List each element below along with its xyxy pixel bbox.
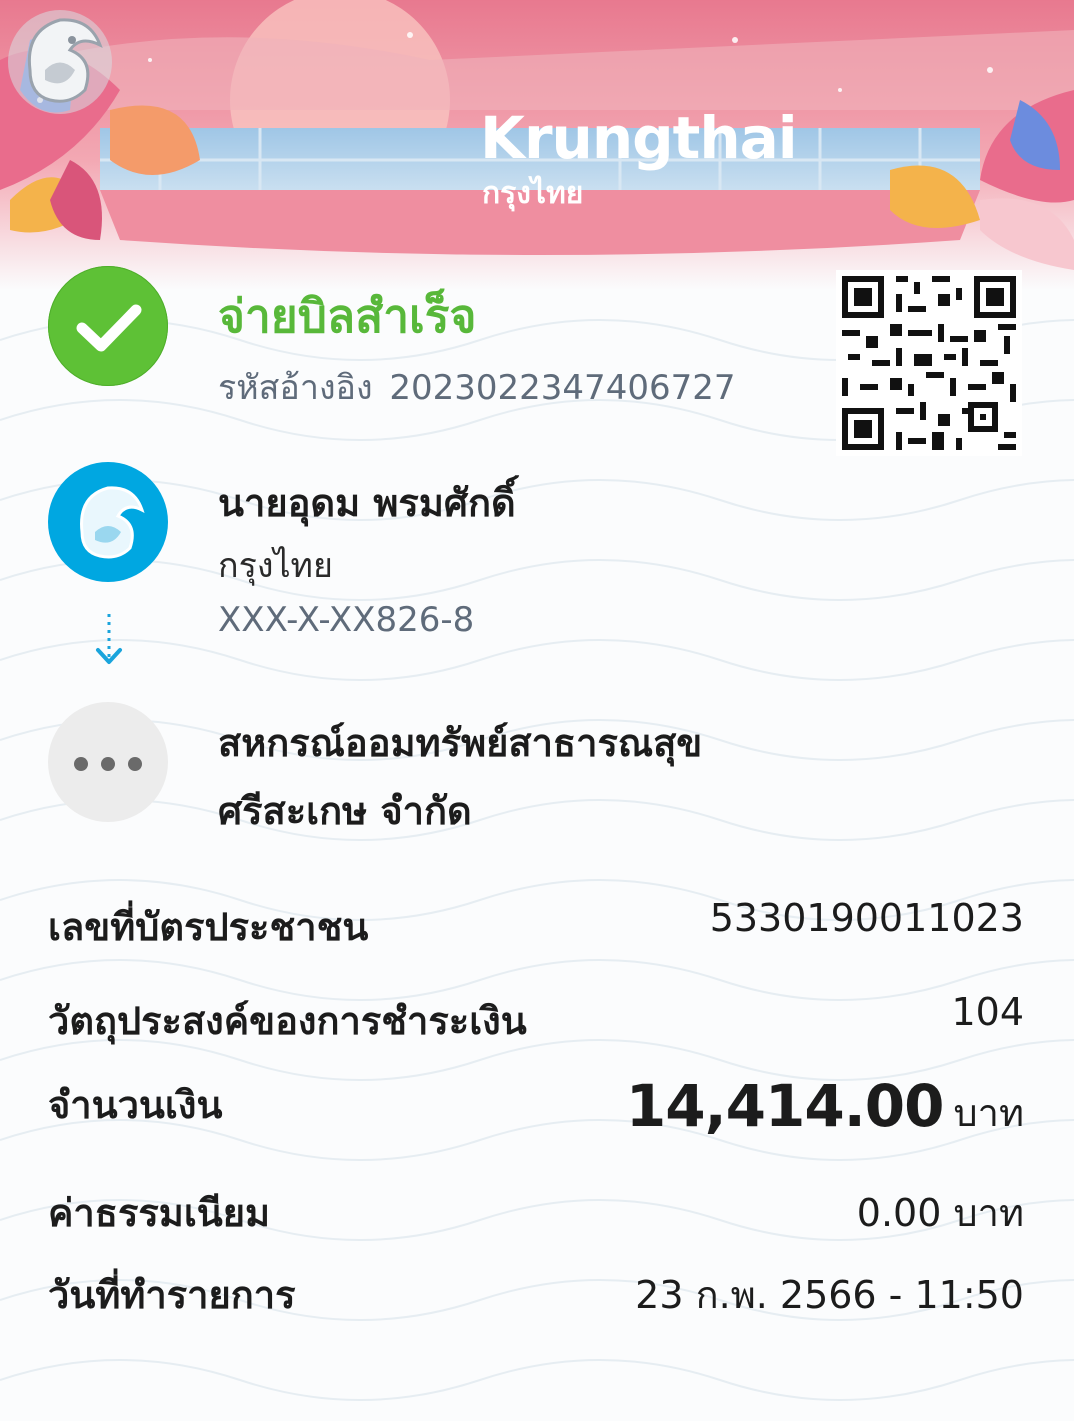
amount-label: จำนวนเงิน [48, 1083, 223, 1127]
reference-label: รหัสอ้างอิง [218, 368, 373, 408]
sender-name: นายอุดม พรมศักดิ์ [218, 481, 516, 525]
amount-unit: บาท [953, 1091, 1024, 1135]
more-dot-icon [128, 757, 142, 771]
more-dot-icon [101, 757, 115, 771]
citizen-id-label: เลขที่บัตรประชาชน [48, 905, 369, 949]
reference-number: รหัสอ้างอิง 2023022347406727 [218, 360, 735, 414]
purpose-label: วัตถุประสงค์ของการชำระเงิน [48, 999, 527, 1043]
qr-code[interactable] [836, 270, 1022, 456]
success-badge [48, 266, 168, 386]
check-icon [76, 304, 142, 352]
reference-value: 2023022347406727 [389, 368, 736, 408]
receiver-name-line1: สหกรณ์ออมทรัพย์สาธารณสุข [218, 721, 703, 765]
citizen-id-value: 5330190011023 [709, 896, 1024, 940]
sender-bank-logo [48, 462, 168, 582]
krungthai-bird-logo [8, 10, 112, 114]
amount-row-value: 14,414.00 บาท [626, 1072, 1024, 1143]
sender-account: XXX-X-XX826-8 [218, 600, 475, 640]
brand-name-th: กรุงไทย [482, 176, 584, 211]
slip-page: Krungthai กรุงไทย จ่ายบิลสำเร็จ รหัสอ้าง… [0, 0, 1074, 1421]
arrow-down-icon [96, 614, 122, 664]
brand-name-en: Krungthai [480, 104, 798, 172]
fee-value: 0.00 บาท [856, 1191, 1024, 1235]
status-title: จ่ายบิลสำเร็จ [218, 289, 477, 343]
more-dot-icon [74, 757, 88, 771]
amount-value: 14,414.00 [625, 1072, 945, 1140]
receiver-avatar [48, 702, 168, 822]
krungthai-bird-icon [80, 486, 145, 559]
date-label: วันที่ทำรายการ [48, 1273, 296, 1317]
sender-bank: กรุงไทย [218, 546, 333, 586]
purpose-value: 104 [951, 990, 1024, 1034]
receiver-name-line2: ศรีสะเกษ จำกัด [218, 789, 472, 833]
date-value: 23 ก.พ. 2566 - 11:50 [635, 1273, 1024, 1317]
fee-label: ค่าธรรมเนียม [48, 1191, 271, 1235]
header-banner: Krungthai กรุงไทย [0, 0, 1074, 290]
